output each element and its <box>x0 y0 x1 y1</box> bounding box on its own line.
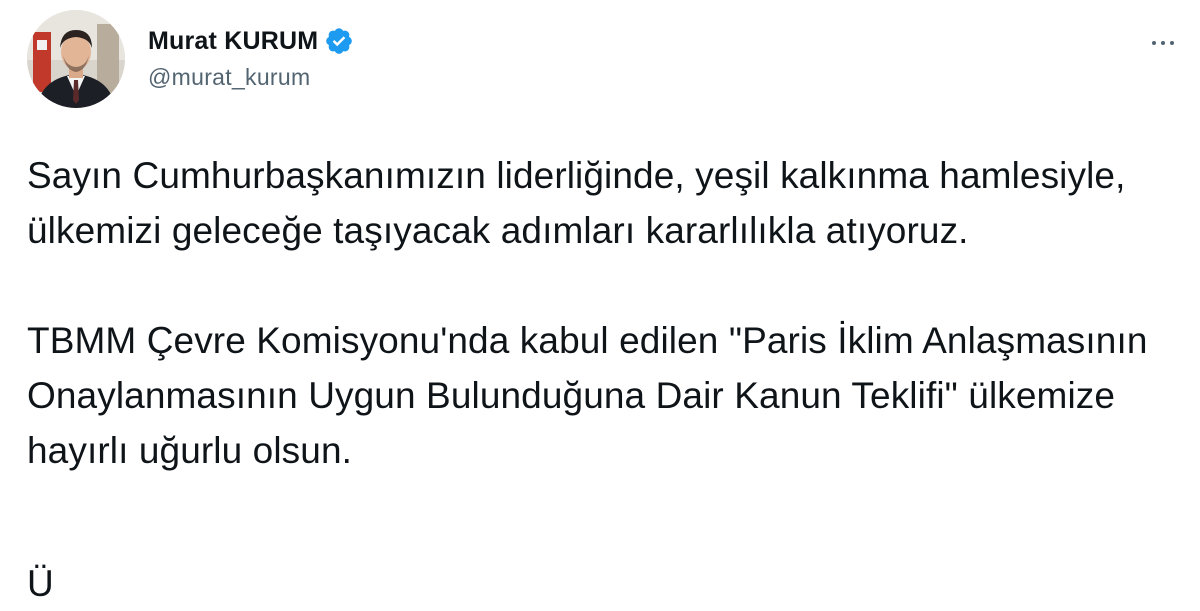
more-horizontal-icon[interactable] <box>1143 28 1183 58</box>
tweet-text: Sayın Cumhurbaşkanımızın liderliğinde, y… <box>27 148 1177 478</box>
tweet-paragraph-2: TBMM Çevre Komisyonu'nda kabul edilen "P… <box>27 320 1148 471</box>
profile-photo-icon <box>27 10 125 108</box>
tweet-cut-off-text: Ü <box>27 563 54 604</box>
user-handle[interactable]: @murat_kurum <box>148 64 354 91</box>
display-name[interactable]: Murat KURUM <box>148 27 318 56</box>
tweet-header: Murat KURUM @murat_kurum <box>27 10 1177 110</box>
tweet-card: Murat KURUM @murat_kurum Sayın Cumhurbaş… <box>0 0 1200 604</box>
user-names: Murat KURUM @murat_kurum <box>148 24 354 91</box>
display-name-row: Murat KURUM <box>148 24 354 58</box>
tweet-paragraph-1: Sayın Cumhurbaşkanımızın liderliğinde, y… <box>27 155 1126 251</box>
verified-badge-icon <box>324 26 354 56</box>
avatar[interactable] <box>27 10 125 108</box>
